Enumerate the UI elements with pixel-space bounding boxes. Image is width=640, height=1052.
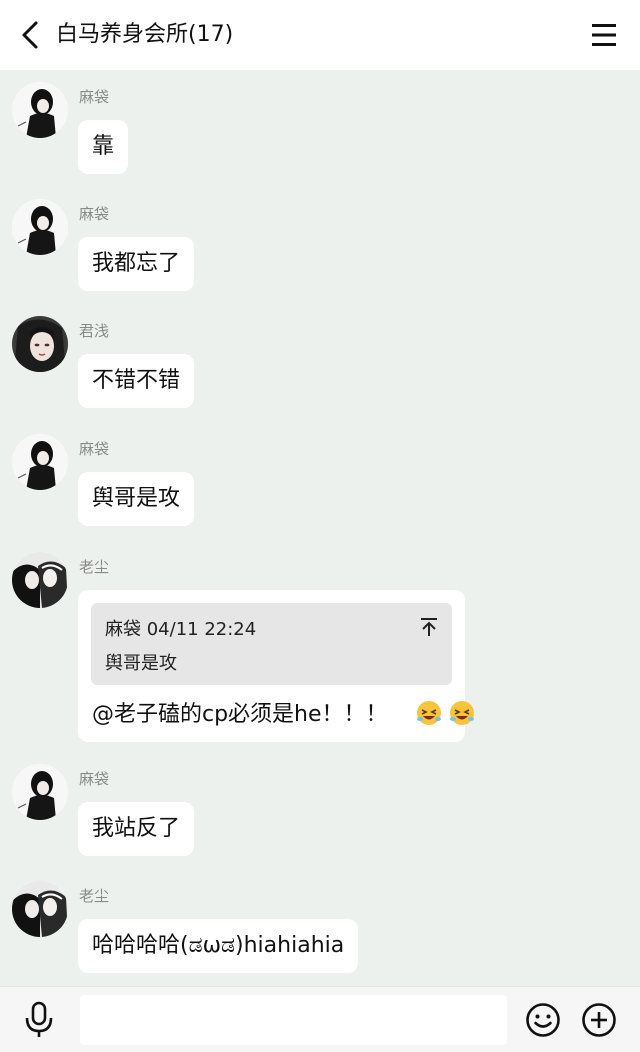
chat-message: 麻袋 我都忘了 <box>0 191 640 301</box>
input-bar <box>0 986 640 1052</box>
top-bar: 白马养身会所(17) <box>0 0 640 70</box>
message-text: @老子磕的cp必须是he！！！ <box>92 700 475 730</box>
pin-top-icon[interactable] <box>420 617 438 637</box>
chat-message: 麻袋 舆哥是攻 <box>0 426 640 536</box>
quoted-text: 舆哥是攻 <box>105 653 177 674</box>
message-bubble[interactable]: 哈哈哈哈(ಡωಡ)hiahiahia <box>78 919 359 973</box>
sender-name: 麻袋 <box>79 770 110 788</box>
message-bubble[interactable]: 靠 <box>78 120 129 174</box>
sender-name: 麻袋 <box>79 88 110 106</box>
sender-name: 麻袋 <box>79 205 110 223</box>
more-button[interactable] <box>581 1002 617 1038</box>
boy-dark-avatar[interactable] <box>12 199 68 255</box>
emoji-button[interactable] <box>525 1002 561 1038</box>
couple-manga-avatar[interactable] <box>12 881 68 937</box>
laugh-cry-emoji-icon <box>449 701 474 725</box>
boy-dark-avatar[interactable] <box>12 434 68 490</box>
message-text-content: @老子磕的cp必须是he！！！ <box>92 702 388 727</box>
laugh-cry-emoji-icon <box>416 701 441 725</box>
girl-portrait-avatar[interactable] <box>12 316 68 372</box>
chat-title: 白马养身会所(17) <box>56 22 234 47</box>
message-input[interactable] <box>80 995 507 1045</box>
smiley-icon <box>526 1003 560 1037</box>
couple-manga-avatar[interactable] <box>12 552 68 608</box>
quoted-message[interactable]: 麻袋 04/11 22:24 舆哥是攻 <box>91 603 452 685</box>
quoted-meta: 麻袋 04/11 22:24 <box>105 619 257 640</box>
back-button[interactable] <box>14 19 46 51</box>
chat-message: 君浅 不错不错 <box>0 308 640 418</box>
sender-name: 老尘 <box>79 887 110 905</box>
chat-message: 麻袋 我站反了 <box>0 756 640 866</box>
sender-name: 老尘 <box>79 558 110 576</box>
message-bubble[interactable]: 不错不错 <box>78 354 195 408</box>
chat-message: 麻袋 靠 <box>0 74 640 184</box>
sender-name: 君浅 <box>79 322 110 340</box>
sender-name: 麻袋 <box>79 440 110 458</box>
chat-message: 老尘 哈哈哈哈(ಡωಡ)hiahiahia <box>0 873 640 983</box>
message-bubble[interactable]: 舆哥是攻 <box>78 472 195 526</box>
message-bubble[interactable]: 我站反了 <box>78 802 195 856</box>
chat-list[interactable]: 麻袋 靠 麻袋 我都忘了 君浅 不错不错 麻袋 舆哥是攻 老尘 麻袋 04/11 <box>0 70 640 986</box>
hamburger-icon <box>592 24 616 46</box>
microphone-icon <box>25 1001 53 1037</box>
message-bubble[interactable]: 麻袋 04/11 22:24 舆哥是攻 @老子磕的cp必须是he！！！ <box>78 590 474 742</box>
menu-button[interactable] <box>590 21 620 49</box>
message-bubble[interactable]: 我都忘了 <box>78 237 195 291</box>
plus-circle-icon <box>582 1003 616 1037</box>
boy-dark-avatar[interactable] <box>12 764 68 820</box>
voice-button[interactable] <box>22 1001 56 1039</box>
chevron-left-icon <box>22 21 38 49</box>
chat-message: 老尘 麻袋 04/11 22:24 舆哥是攻 @老子磕的cp必须是he！！！ <box>0 544 640 749</box>
boy-dark-avatar[interactable] <box>12 82 68 138</box>
